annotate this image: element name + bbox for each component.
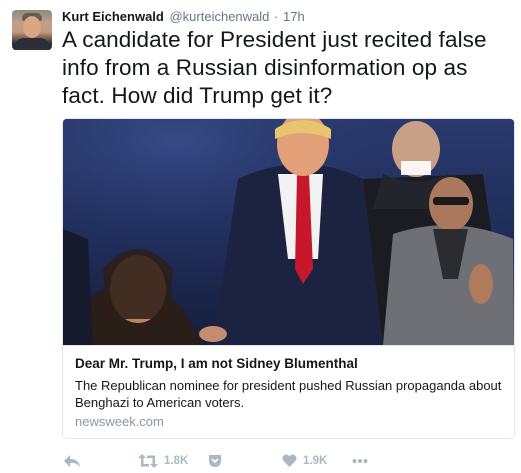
tweet: Kurt Eichenwald @kurteichenwald · 17h A … xyxy=(0,0,521,473)
pocket-icon xyxy=(208,454,222,468)
tweet-header: Kurt Eichenwald @kurteichenwald · 17h xyxy=(62,9,305,25)
heart-icon xyxy=(282,454,297,468)
author-name[interactable]: Kurt Eichenwald xyxy=(62,9,164,24)
save-to-pocket-button[interactable] xyxy=(208,451,222,471)
card-title[interactable]: Dear Mr. Trump, I am not Sidney Blumenth… xyxy=(75,356,358,371)
card-image xyxy=(63,119,514,345)
separator: · xyxy=(274,9,279,24)
author-handle[interactable]: @kurteichenwald xyxy=(169,9,269,24)
card-domain[interactable]: newsweek.com xyxy=(75,414,164,429)
tweet-text: A candidate for President just recited f… xyxy=(62,27,487,108)
timestamp[interactable]: 17h xyxy=(283,9,305,24)
avatar[interactable] xyxy=(12,10,52,50)
retweet-button[interactable]: 1.8K xyxy=(138,451,188,471)
card-description: The Republican nominee for president pus… xyxy=(75,378,502,410)
retweet-count: 1.8K xyxy=(164,455,189,467)
reply-button[interactable] xyxy=(64,451,80,471)
link-card[interactable]: Dear Mr. Trump, I am not Sidney Blumenth… xyxy=(62,118,515,439)
action-bar: 1.8K 1.9K xyxy=(62,451,502,471)
like-button[interactable]: 1.9K xyxy=(282,451,327,471)
more-icon xyxy=(352,458,368,464)
reply-icon xyxy=(64,454,80,468)
card-body: Dear Mr. Trump, I am not Sidney Blumenth… xyxy=(63,345,514,438)
retweet-icon xyxy=(138,454,158,468)
like-count: 1.9K xyxy=(303,455,328,467)
more-button[interactable] xyxy=(352,451,368,471)
